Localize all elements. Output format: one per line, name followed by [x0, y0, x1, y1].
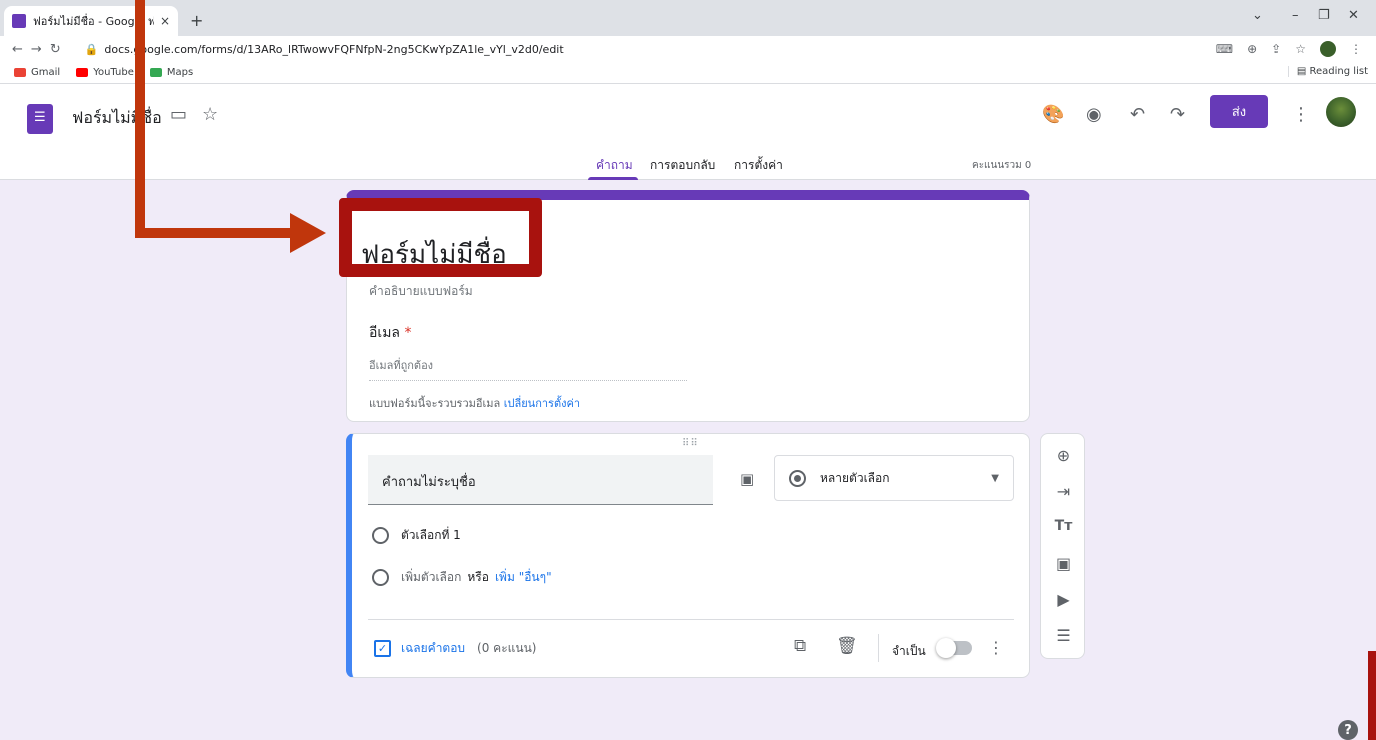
side-toolbar: ⊕ ⇥ Tт ▣ ▶ ☰ — [1040, 433, 1085, 659]
share-icon[interactable]: ⇪ — [1271, 42, 1281, 56]
radio-button-icon — [789, 469, 806, 487]
minimize-icon[interactable]: – — [1292, 8, 1299, 23]
annotation-arrow — [135, 0, 145, 238]
browser-toolbar: ← → ↻ 🔒 docs.google.com/forms/d/13ARo_lRT… — [0, 36, 1376, 62]
profile-avatar[interactable] — [1320, 41, 1336, 57]
answer-key-label: เฉลยคำตอบ — [401, 641, 466, 655]
email-label: อีเมล * — [369, 325, 412, 341]
add-title-icon[interactable]: Tт — [1041, 518, 1086, 534]
option-row-1[interactable]: ตัวเลือกที่ 1 — [372, 526, 461, 545]
back-icon[interactable]: ← — [12, 42, 23, 57]
annotation-arrow — [135, 228, 295, 238]
answer-key-button[interactable]: ✓ เฉลยคำตอบ (0 คะแนน) — [374, 639, 536, 658]
more-options-icon[interactable]: ⋮ — [1292, 104, 1310, 125]
required-label: จำเป็น — [892, 644, 926, 658]
add-video-icon[interactable]: ▶ — [1041, 590, 1086, 609]
annotation-arrowhead — [290, 213, 326, 253]
youtube-icon — [76, 68, 89, 77]
total-score: คะแนนรวม 0 — [972, 160, 1032, 171]
account-avatar[interactable] — [1326, 97, 1356, 127]
help-icon[interactable]: ? — [1338, 720, 1358, 740]
tab-settings[interactable]: การตั้งค่า — [734, 156, 783, 175]
active-tab-indicator — [588, 177, 638, 180]
option-1-text[interactable]: ตัวเลือกที่ 1 — [401, 526, 461, 545]
email-collection-note: แบบฟอร์มนี้จะรวบรวมอีเมล เปลี่ยนการตั้งค… — [369, 397, 580, 410]
drag-handle-icon[interactable]: ⠿⠿ — [682, 438, 699, 449]
points-label: (0 คะแนน) — [477, 641, 537, 655]
url-text: docs.google.com/forms/d/13ARo_lRTwowvFQF… — [104, 42, 564, 56]
email-field[interactable]: อีเมลที่ถูกต้อง — [369, 356, 687, 381]
tab-responses[interactable]: การตอบกลับ — [650, 156, 715, 175]
required-star: * — [404, 325, 412, 341]
bookmarks-bar: Gmail YouTube Maps ▤ Reading list — [0, 62, 1376, 84]
address-bar[interactable]: 🔒 docs.google.com/forms/d/13ARo_lRTwowvFQ… — [85, 43, 564, 56]
bookmark-star-icon[interactable]: ☆ — [1295, 42, 1306, 56]
question-card[interactable]: ⠿⠿ คำถามไม่ระบุชื่อ ▣ หลายตัวเลือก ▼ ตัว… — [346, 433, 1030, 678]
browser-menu-icon[interactable]: ⋮ — [1350, 42, 1362, 56]
restore-icon[interactable]: ❐ — [1318, 8, 1330, 23]
footer-separator — [878, 634, 879, 662]
translate-icon[interactable]: ⌨ — [1216, 42, 1233, 56]
add-option-row: เพิ่มตัวเลือก หรือ เพิ่ม "อื่นๆ" — [372, 568, 552, 587]
star-icon[interactable]: ☆ — [202, 104, 218, 125]
annotation-edge-strip — [1368, 651, 1376, 740]
reading-list-button[interactable]: ▤ Reading list — [1287, 66, 1368, 77]
add-question-icon[interactable]: ⊕ — [1041, 446, 1086, 465]
lock-icon: 🔒 — [84, 42, 99, 56]
or-text: หรือ — [467, 570, 489, 584]
forms-favicon-icon — [12, 14, 26, 28]
browser-tabstrip: ฟอร์มไม่มีชื่อ - Google ฟอร์ม × + ⌄ – ❐ … — [0, 0, 1376, 36]
required-toggle[interactable] — [936, 638, 972, 658]
browser-tab[interactable]: ฟอร์มไม่มีชื่อ - Google ฟอร์ม × — [4, 6, 178, 36]
delete-icon[interactable]: 🗑 — [836, 636, 858, 656]
duplicate-icon[interactable]: ⧉ — [794, 636, 806, 656]
answer-key-check-icon: ✓ — [374, 640, 391, 657]
annotation-highlight-box — [339, 198, 542, 277]
option-radio-icon — [372, 569, 389, 586]
change-settings-link[interactable]: เปลี่ยนการตั้งค่า — [504, 397, 580, 410]
form-description[interactable]: คำอธิบายแบบฟอร์ม — [369, 282, 473, 301]
question-more-icon[interactable]: ⋮ — [988, 638, 1004, 657]
forward-icon[interactable]: → — [31, 42, 42, 57]
add-option-link[interactable]: เพิ่มตัวเลือก — [401, 568, 461, 587]
close-window-icon[interactable]: ✕ — [1348, 8, 1359, 23]
add-image-icon[interactable]: ▣ — [740, 470, 754, 488]
tab-search-icon[interactable]: ⌄ — [1252, 8, 1263, 23]
preview-icon[interactable]: ◉ — [1086, 104, 1102, 125]
folder-icon[interactable]: ▭ — [170, 104, 187, 125]
redo-icon[interactable]: ↷ — [1170, 104, 1185, 125]
tab-questions[interactable]: คำถาม — [596, 156, 633, 175]
question-type-label: หลายตัวเลือก — [820, 470, 890, 485]
customize-theme-icon[interactable]: 🎨 — [1042, 104, 1064, 125]
add-image-tool-icon[interactable]: ▣ — [1041, 554, 1086, 573]
dropdown-arrow-icon: ▼ — [991, 472, 999, 484]
reload-icon[interactable]: ↻ — [50, 42, 61, 57]
gmail-icon — [14, 68, 26, 77]
tab-close-icon[interactable]: × — [160, 14, 170, 28]
add-section-icon[interactable]: ☰ — [1041, 626, 1086, 645]
maps-icon — [149, 68, 162, 77]
card-divider — [368, 619, 1014, 620]
add-other-link[interactable]: เพิ่ม "อื่นๆ" — [495, 568, 552, 587]
question-title-input[interactable]: คำถามไม่ระบุชื่อ — [368, 455, 713, 505]
new-tab-button[interactable]: + — [190, 11, 203, 30]
undo-icon[interactable]: ↶ — [1130, 104, 1145, 125]
reading-list-icon: ▤ — [1296, 66, 1310, 77]
question-type-select[interactable]: หลายตัวเลือก ▼ — [774, 455, 1014, 501]
send-button[interactable]: ส่ง — [1210, 95, 1268, 128]
option-radio-icon — [372, 527, 389, 544]
google-forms-logo-icon[interactable] — [27, 104, 53, 134]
zoom-icon[interactable]: ⊕ — [1247, 42, 1257, 56]
import-questions-icon[interactable]: ⇥ — [1041, 482, 1086, 501]
document-title[interactable]: ฟอร์มไม่มีชื่อ — [72, 106, 162, 131]
forms-header: ฟอร์มไม่มีชื่อ ▭ ☆ 🎨 ◉ ↶ ↷ ส่ง ⋮ คำถาม ก… — [0, 84, 1376, 180]
bookmark-gmail[interactable]: Gmail — [14, 67, 60, 78]
bookmark-youtube[interactable]: YouTube — [76, 67, 134, 78]
bookmark-maps[interactable]: Maps — [149, 67, 193, 78]
